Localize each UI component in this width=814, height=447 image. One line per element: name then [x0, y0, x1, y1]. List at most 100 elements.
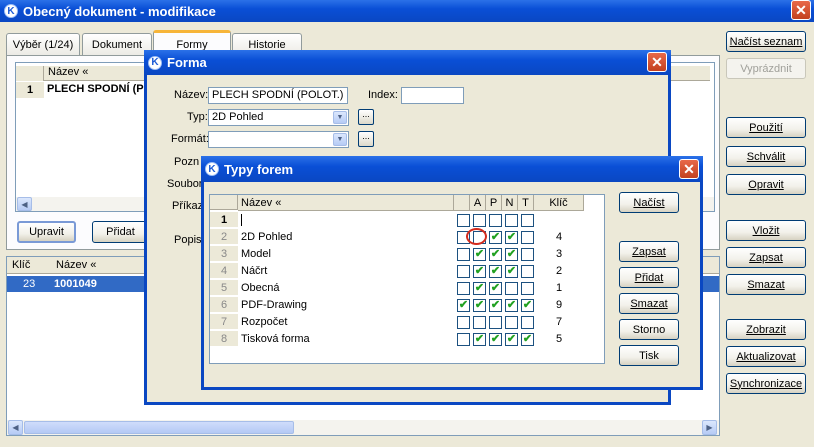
checkbox-t[interactable]: ✔ [521, 333, 534, 346]
type-row[interactable]: 1 [210, 212, 584, 229]
checkbox-n[interactable]: ✔ [505, 299, 518, 312]
cancel-button[interactable]: Storno [619, 319, 679, 340]
checkbox-t[interactable] [521, 282, 534, 295]
checkbox-n[interactable] [505, 282, 518, 295]
checkbox-p[interactable]: ✔ [489, 265, 502, 278]
typy-titlebar[interactable]: K Typy forem [201, 156, 703, 182]
typy-close-button[interactable]: ✕ [679, 159, 699, 179]
delete-type-button[interactable]: Smazat [619, 293, 679, 314]
col-p-label: P [489, 196, 498, 209]
checkbox-n[interactable]: ✔ [505, 231, 518, 244]
checkbox-n[interactable]: ✔ [505, 248, 518, 261]
save-type-button[interactable]: Zapsat [619, 241, 679, 262]
checkbox-a[interactable]: ✔ [473, 265, 486, 278]
approve-button[interactable]: Schválit [726, 146, 806, 167]
main-close-button[interactable]: ✕ [791, 0, 811, 20]
type-row[interactable]: 6 PDF-Drawing ✔ ✔ ✔ ✔ ✔ 9 [210, 297, 584, 314]
header-key[interactable]: Klíč [12, 259, 52, 271]
header-name[interactable]: Název « [56, 259, 146, 271]
checkbox-n[interactable] [505, 214, 518, 227]
usage-button[interactable]: Použití [726, 117, 806, 138]
checkbox-t[interactable]: ✔ [521, 299, 534, 312]
type-browse-button[interactable]: ... [358, 109, 374, 125]
tab-dokument[interactable]: Dokument [82, 33, 152, 55]
checkbox-t[interactable] [521, 231, 534, 244]
col-header-key[interactable]: Klíč [534, 195, 584, 211]
checkbox-p[interactable]: ✔ [489, 333, 502, 346]
checkbox-c0[interactable] [457, 214, 470, 227]
delete-button[interactable]: Smazat [726, 274, 806, 295]
edit-button[interactable]: Upravit [17, 221, 76, 243]
type-row[interactable]: 5 Obecná ✔ ✔ 1 [210, 280, 584, 297]
row-number: 8 [210, 331, 238, 347]
checkbox-t[interactable] [521, 316, 534, 329]
col-header-t[interactable]: T [518, 195, 534, 211]
checkbox-p[interactable] [489, 316, 502, 329]
checkbox-p[interactable] [489, 214, 502, 227]
checkbox-t[interactable] [521, 214, 534, 227]
checkbox-c0[interactable] [457, 316, 470, 329]
correct-button[interactable]: Opravit [726, 174, 806, 195]
checkbox-c0[interactable]: ✔ [457, 299, 470, 312]
checkbox-a[interactable]: ✔ [473, 299, 486, 312]
type-row[interactable]: 3 Model ✔ ✔ ✔ 3 [210, 246, 584, 263]
load-list-button[interactable]: Načíst seznam [726, 31, 806, 52]
sync-button[interactable]: Synchronizace [726, 373, 806, 394]
checkbox-a[interactable] [473, 214, 486, 227]
checkbox-n[interactable] [505, 316, 518, 329]
index-field[interactable] [401, 87, 464, 104]
checkbox-c0[interactable] [457, 248, 470, 261]
checkbox-p[interactable]: ✔ [489, 231, 502, 244]
checkbox-n[interactable]: ✔ [505, 333, 518, 346]
checkbox-p[interactable]: ✔ [489, 299, 502, 312]
checkbox-a[interactable]: ✔ [473, 248, 486, 261]
format-combo[interactable]: ▼ [208, 131, 349, 148]
add-button[interactable]: Přidat [92, 221, 149, 243]
add-type-button[interactable]: Přidat [619, 267, 679, 288]
checkbox-c0[interactable] [457, 265, 470, 278]
chevron-down-icon[interactable]: ▼ [333, 111, 347, 124]
refresh-button[interactable]: Aktualizovat [726, 346, 806, 367]
forma-close-button[interactable]: ✕ [647, 52, 667, 72]
type-row[interactable]: 2 2D Pohled ✔ ✔ 4 [210, 229, 584, 246]
chevron-down-icon[interactable]: ▼ [333, 133, 347, 146]
scroll-right-icon[interactable]: ▶ [702, 420, 717, 435]
save-button[interactable]: Zapsat [726, 247, 806, 268]
check-icon: ✔ [506, 265, 517, 277]
print-button[interactable]: Tisk [619, 345, 679, 366]
format-browse-button[interactable]: ... [358, 131, 374, 147]
scroll-left-icon[interactable]: ◀ [8, 420, 23, 435]
main-titlebar[interactable]: K Obecný dokument - modifikace [0, 0, 814, 22]
checkbox-a[interactable]: ✔ [473, 282, 486, 295]
col-header-a[interactable]: A [470, 195, 486, 211]
checkbox-a[interactable]: ✔ [473, 333, 486, 346]
tab-vyber[interactable]: Výběr (1/24) [6, 33, 80, 55]
checkbox-c0[interactable] [457, 282, 470, 295]
checkbox-t[interactable] [521, 265, 534, 278]
type-row[interactable]: 8 Tisková forma ✔ ✔ ✔ ✔ 5 [210, 331, 584, 348]
col-header-n[interactable]: N [502, 195, 518, 211]
name-field[interactable]: PLECH SPODNÍ (POLOT.) [208, 87, 348, 104]
type-row[interactable]: 7 Rozpočet 7 [210, 314, 584, 331]
insert-button[interactable]: Vložit [726, 220, 806, 241]
show-label: Zobrazit [746, 323, 786, 336]
checkbox-t[interactable] [521, 248, 534, 261]
checkbox-n[interactable]: ✔ [505, 265, 518, 278]
close-icon: ✕ [795, 1, 807, 18]
col-header-name[interactable]: Název « [238, 195, 454, 211]
forma-titlebar[interactable]: K Forma [144, 50, 671, 75]
checkbox-a[interactable] [473, 316, 486, 329]
checkbox-c0[interactable] [457, 333, 470, 346]
row-name: PDF-Drawing [241, 299, 308, 311]
type-combo[interactable]: 2D Pohled ▼ [208, 109, 349, 126]
show-button[interactable]: Zobrazit [726, 319, 806, 340]
checkbox-p[interactable]: ✔ [489, 282, 502, 295]
col-header-c0[interactable] [454, 195, 470, 211]
scroll-left-icon[interactable]: ◀ [17, 197, 32, 211]
load-button[interactable]: Načíst [619, 192, 679, 213]
col-header-p[interactable]: P [486, 195, 502, 211]
clear-button[interactable]: Vyprázdnit [726, 58, 806, 79]
type-row[interactable]: 4 Náčrt ✔ ✔ ✔ 2 [210, 263, 584, 280]
scroll-thumb[interactable] [24, 421, 294, 434]
checkbox-p[interactable]: ✔ [489, 248, 502, 261]
